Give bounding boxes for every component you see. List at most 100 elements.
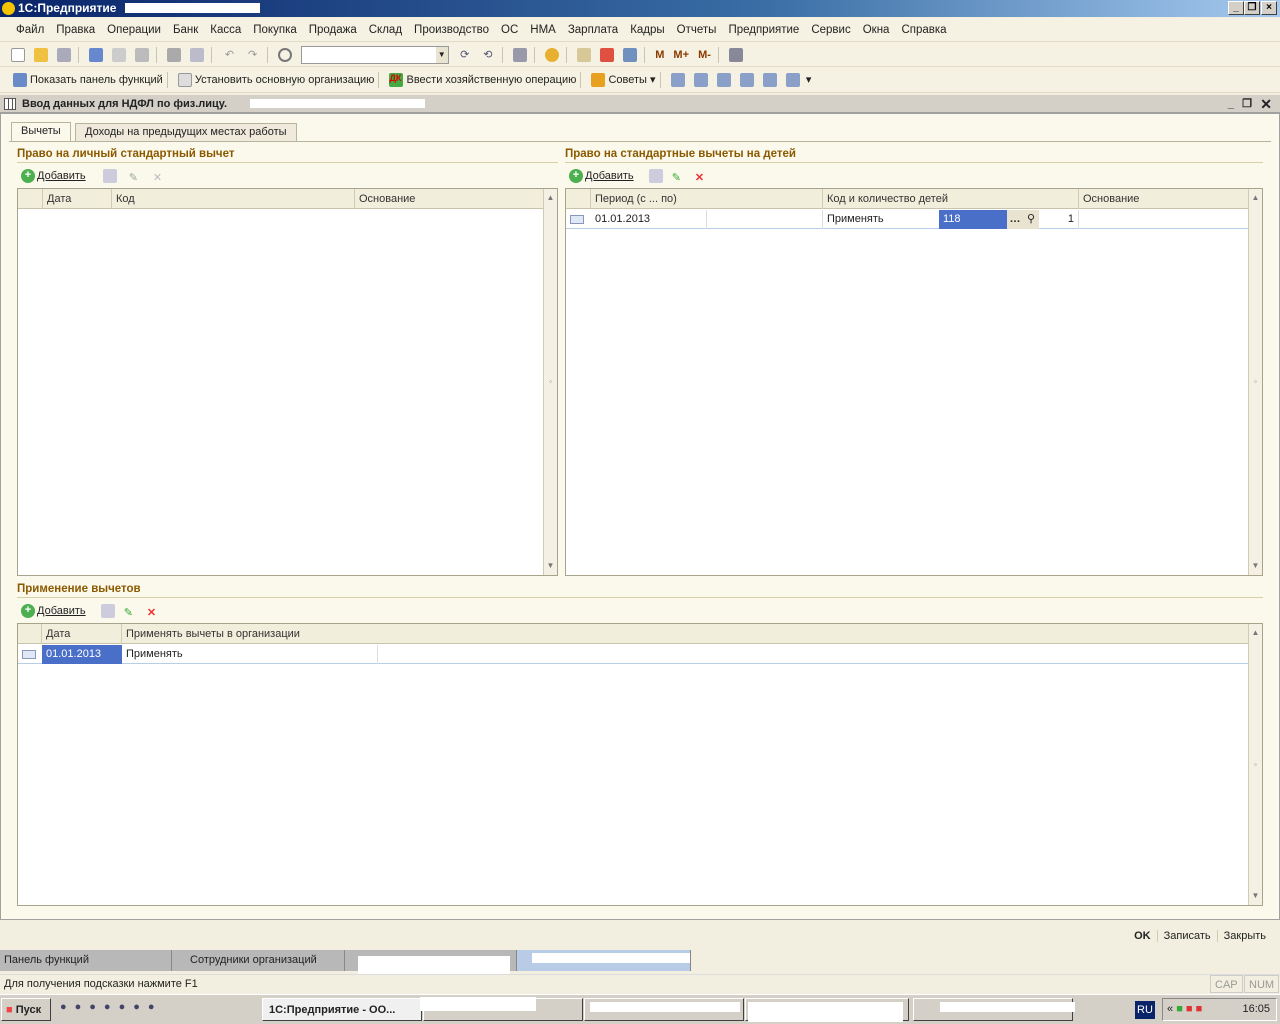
period-from[interactable]: 01.01.2013: [591, 210, 707, 229]
find-prev-icon[interactable]: ⟲: [481, 48, 495, 62]
quick-launch[interactable]: ●●●●●●●: [60, 1001, 220, 1019]
paste-icon[interactable]: [135, 48, 150, 62]
restore-button[interactable]: ❐: [1244, 1, 1260, 15]
children-table[interactable]: Период (с ... по) Код и количество детей…: [565, 188, 1263, 576]
memory-minus-button[interactable]: М-: [698, 49, 711, 61]
report2-icon[interactable]: [693, 73, 708, 87]
delete-icon[interactable]: ✕: [153, 169, 167, 184]
table-row[interactable]: 01.01.2013 Применять 118 … ⚲ 1: [566, 210, 1248, 229]
search-icon[interactable]: [277, 48, 292, 62]
column-code[interactable]: Код: [112, 189, 355, 209]
personal-add-button[interactable]: Добавить: [37, 170, 86, 182]
edit-icon[interactable]: ✎: [129, 169, 143, 184]
column-basis[interactable]: Основание: [355, 189, 545, 209]
column-period[interactable]: Период (с ... по): [591, 189, 823, 209]
show-panel-button[interactable]: Показать панель функций: [30, 74, 163, 86]
menu-item[interactable]: Правка: [50, 18, 101, 42]
report-icon[interactable]: [670, 73, 685, 87]
scrollbar[interactable]: ▲ ◦ ▼: [543, 189, 557, 575]
children-add-button[interactable]: Добавить: [585, 170, 634, 182]
doc-minimize-button[interactable]: _: [1228, 95, 1234, 113]
search-input[interactable]: ▼: [300, 46, 449, 64]
menu-item[interactable]: НМА: [524, 18, 562, 42]
info-icon[interactable]: [544, 48, 559, 62]
undo-icon[interactable]: ↶: [223, 48, 237, 62]
delete-icon[interactable]: ✕: [147, 604, 161, 619]
organization-cell[interactable]: [378, 645, 578, 664]
tab-deductions[interactable]: Вычеты: [11, 122, 71, 142]
menu-item[interactable]: Касса: [204, 18, 247, 42]
edit-icon[interactable]: ✎: [124, 604, 138, 619]
save-button[interactable]: Записать: [1156, 930, 1217, 942]
memory-plus-button[interactable]: М+: [673, 49, 689, 61]
doc2-icon[interactable]: [785, 73, 800, 87]
menu-item[interactable]: Банк: [167, 18, 204, 42]
code-input[interactable]: 118: [939, 210, 1007, 229]
scrollbar[interactable]: ▲ ◦ ▼: [1248, 624, 1262, 905]
menu-item[interactable]: Операции: [101, 18, 167, 42]
menu-item[interactable]: ОС: [495, 18, 524, 42]
calculator-icon[interactable]: [577, 48, 591, 62]
select-button[interactable]: …: [1007, 210, 1023, 229]
enter-operation-button[interactable]: Ввести хозяйственную операцию: [406, 74, 576, 86]
close-form-button[interactable]: Закрыть: [1216, 930, 1272, 942]
copy-row-icon[interactable]: [100, 604, 115, 619]
memory-m-button[interactable]: М: [655, 49, 664, 61]
preview-icon[interactable]: [190, 48, 205, 62]
users-icon[interactable]: [623, 48, 638, 62]
column-apply-org[interactable]: Применять вычеты в организации: [122, 624, 1248, 644]
print-icon[interactable]: [167, 48, 182, 62]
column-basis[interactable]: Основание: [1079, 189, 1249, 209]
redo-icon[interactable]: ↷: [246, 48, 260, 62]
personal-table[interactable]: Дата Код Основание ▲ ◦ ▼: [17, 188, 558, 576]
menu-item[interactable]: Зарплата: [562, 18, 624, 42]
menu-item[interactable]: Продажа: [303, 18, 363, 42]
table-row[interactable]: 01.01.2013 Применять: [18, 645, 1248, 664]
ok-button[interactable]: OK: [1128, 930, 1157, 942]
set-org-button[interactable]: Установить основную организацию: [195, 74, 375, 86]
search-icon[interactable]: ⚲: [1023, 210, 1039, 229]
menu-item[interactable]: Склад: [363, 18, 408, 42]
new-icon[interactable]: [11, 48, 25, 62]
date-cell[interactable]: 01.01.2013: [42, 645, 122, 664]
windows-icon[interactable]: [512, 48, 527, 62]
delete-icon[interactable]: ✕: [695, 169, 709, 184]
menu-item[interactable]: Отчеты: [671, 18, 723, 42]
tab-prior-income[interactable]: Доходы на предыдущих местах работы: [75, 123, 297, 141]
doc-icon[interactable]: [762, 73, 777, 87]
cut-icon[interactable]: [89, 48, 104, 62]
menu-item[interactable]: Файл: [10, 18, 50, 42]
close-button[interactable]: ×: [1261, 1, 1277, 15]
minimize-button[interactable]: _: [1228, 1, 1244, 15]
count-cell[interactable]: 1: [1039, 210, 1079, 229]
copy-icon[interactable]: [112, 48, 127, 62]
edit-icon[interactable]: ✎: [672, 169, 686, 184]
column-date[interactable]: Дата: [43, 189, 112, 209]
doc-restore-button[interactable]: ❐: [1242, 95, 1252, 113]
menu-item[interactable]: Сервис: [805, 18, 856, 42]
start-button[interactable]: ■ Пуск: [1, 998, 51, 1021]
find-next-icon[interactable]: ⟳: [458, 48, 472, 62]
tips-button[interactable]: Советы: [608, 74, 646, 86]
language-indicator[interactable]: RU: [1135, 1001, 1155, 1019]
scrollbar[interactable]: ▲ ◦ ▼: [1248, 189, 1262, 575]
menu-item[interactable]: Окна: [857, 18, 896, 42]
calendar-icon[interactable]: [600, 48, 615, 62]
menu-item[interactable]: Справка: [895, 18, 952, 42]
mode-cell[interactable]: Применять: [122, 645, 378, 664]
copy-row-icon[interactable]: [648, 169, 663, 184]
save-icon[interactable]: [57, 48, 72, 62]
copy-row-icon[interactable]: [102, 169, 117, 184]
apply-table[interactable]: Дата Применять вычеты в организации 01.0…: [17, 623, 1263, 906]
task-1c[interactable]: 1С:Предприятие - ОО...: [262, 998, 422, 1021]
staff-icon[interactable]: [716, 73, 731, 87]
staff2-icon[interactable]: [739, 73, 754, 87]
menu-item[interactable]: Покупка: [247, 18, 302, 42]
period-to[interactable]: [707, 210, 823, 229]
open-icon[interactable]: [34, 48, 49, 62]
doc-close-button[interactable]: ✕: [1260, 95, 1272, 113]
mode-cell[interactable]: Применять: [823, 210, 939, 229]
menu-item[interactable]: Кадры: [624, 18, 670, 42]
apply-add-button[interactable]: Добавить: [37, 605, 86, 617]
tools-icon[interactable]: [728, 48, 743, 62]
